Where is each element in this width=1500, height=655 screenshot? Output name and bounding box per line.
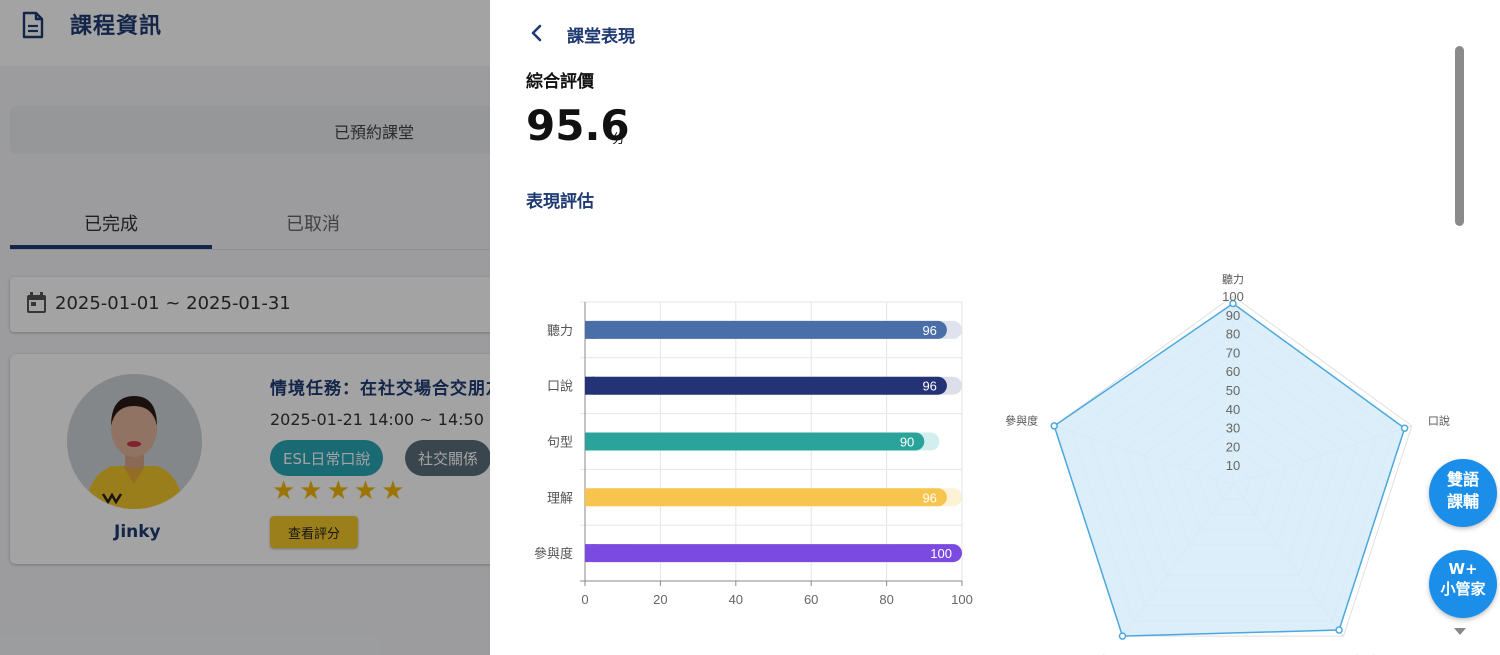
back-arrow-icon[interactable] <box>526 22 548 44</box>
bilingual-line-2: 課輔 <box>1446 492 1479 511</box>
bar-data-label: 96 <box>922 490 936 505</box>
radar-point <box>1335 626 1343 634</box>
y-tick-label: 口說 <box>547 379 573 394</box>
y-tick-label: 聽力 <box>547 323 573 338</box>
y-tick-label: 句型 <box>547 435 573 450</box>
bar-left-cap <box>585 544 595 563</box>
y-tick-label: 理解 <box>547 490 573 505</box>
bar-data-label: 100 <box>930 546 952 561</box>
x-tick-label: 80 <box>879 592 893 607</box>
radar-point <box>1050 422 1058 430</box>
assistant-line-2: 小管家 <box>1440 580 1486 598</box>
bar <box>585 320 947 339</box>
bilingual-tutor-button[interactable]: 雙語 課輔 <box>1429 459 1497 527</box>
radar-tick-label: 70 <box>1226 345 1240 360</box>
radar-tick-label: 30 <box>1226 421 1240 436</box>
radar-tick-label: 100 <box>1222 289 1244 304</box>
bar-left-cap <box>585 488 595 507</box>
y-tick-label: 參與度 <box>534 546 573 561</box>
assistant-line-1: W+ <box>1448 560 1478 578</box>
scrollbar[interactable] <box>1455 46 1464 226</box>
bar <box>585 544 962 563</box>
x-tick-label: 40 <box>729 592 743 607</box>
radar-tick-label: 20 <box>1226 439 1240 454</box>
bar-data-label: 96 <box>922 379 936 394</box>
x-tick-label: 0 <box>581 592 588 607</box>
bar-left-cap <box>585 320 595 339</box>
score-unit: 分 <box>612 132 626 147</box>
radar-point <box>1118 632 1127 640</box>
x-tick-label: 20 <box>653 592 667 607</box>
radar-tick-label: 10 <box>1226 458 1240 473</box>
radar-tick-label: 60 <box>1226 364 1240 379</box>
bar-left-cap <box>585 376 595 395</box>
x-tick-label: 100 <box>951 592 973 607</box>
bilingual-line-1: 雙語 <box>1446 470 1479 489</box>
radar-point <box>1400 424 1409 432</box>
bar-data-label: 96 <box>922 323 936 338</box>
radar-tick-label: 50 <box>1226 383 1240 398</box>
bar <box>585 488 947 507</box>
radar-tick-label: 80 <box>1226 327 1240 342</box>
x-tick-label: 60 <box>804 592 818 607</box>
bar-data-label: 90 <box>900 435 914 450</box>
radar-axis-label: 參與度 <box>1005 414 1038 428</box>
skill-radar-chart: 102030405060708090100聽力口說句型理解參與度 <box>1005 273 1450 655</box>
drawer-title: 課堂表現 <box>567 27 635 47</box>
radar-axis-label: 聽力 <box>1222 273 1244 286</box>
assistant-button[interactable]: W+ 小管家 <box>1429 550 1497 618</box>
radar-tick-label: 90 <box>1226 308 1240 323</box>
skill-bar-chart: 0 20 40 60 80 100 聽力 96 口說 96 句型 90 理解 96 參與度 100 <box>534 301 973 607</box>
bar <box>585 432 925 451</box>
scroll-down-icon[interactable] <box>1454 628 1466 635</box>
bar <box>585 376 947 395</box>
radar-tick-label: 40 <box>1226 402 1240 417</box>
radar-axis-label: 口說 <box>1428 414 1450 428</box>
class-performance-drawer: 課堂表現 綜合評價 95.6 分 表現評估 0 20 40 60 80 100 聽力 96 口說… <box>490 0 1500 655</box>
performance-label: 表現評估 <box>526 192 594 212</box>
bar-left-cap <box>585 432 595 451</box>
overall-rating-label: 綜合評價 <box>526 72 594 92</box>
